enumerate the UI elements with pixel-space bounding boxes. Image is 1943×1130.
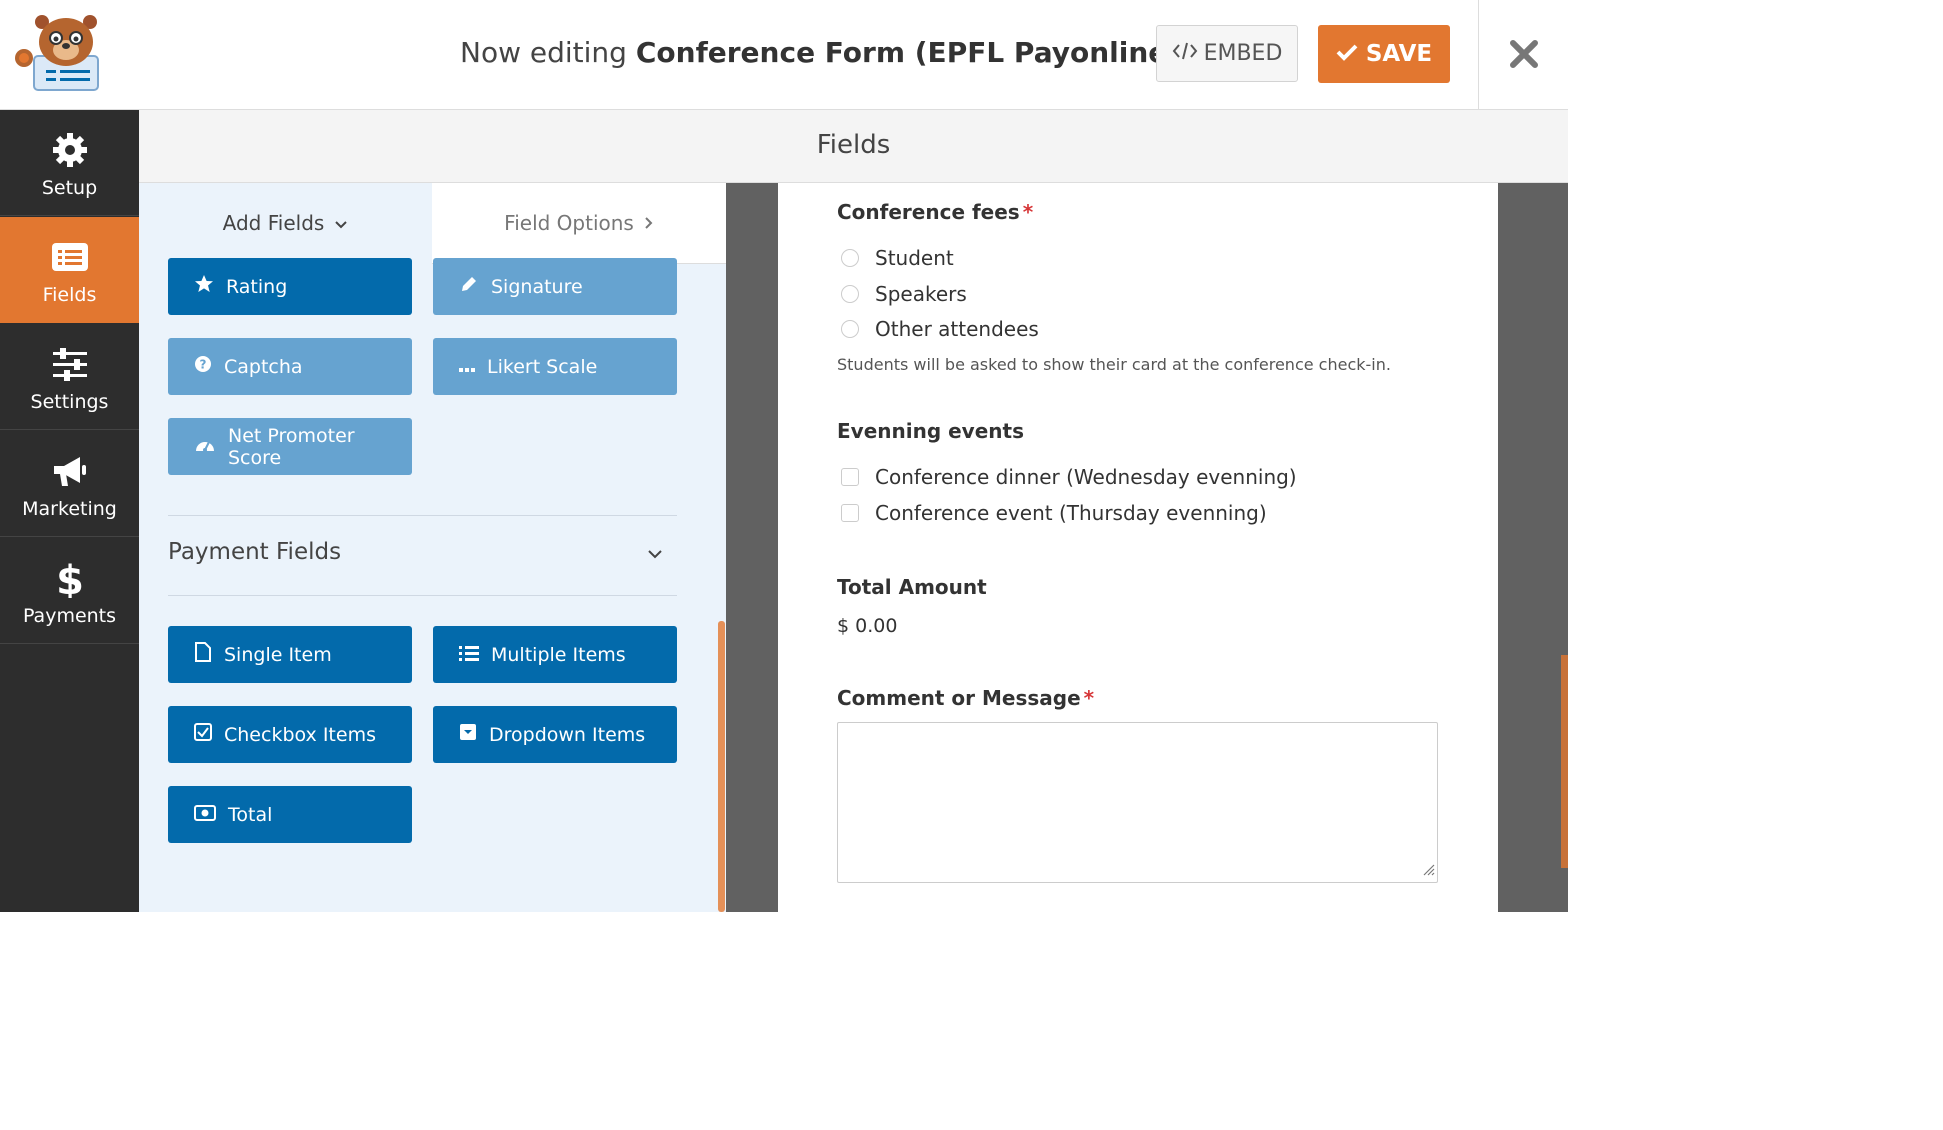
star-icon: [194, 274, 214, 299]
radio-button[interactable]: [841, 320, 859, 338]
section-divider: [168, 515, 677, 516]
field-label-comment: Comment or Message *: [837, 686, 1095, 710]
form-list-icon: [50, 237, 90, 277]
svg-text:$: $: [56, 558, 84, 598]
megaphone-icon: [50, 451, 90, 491]
svg-text:?: ?: [200, 358, 207, 372]
checkbox-option[interactable]: Conference dinner (Wednesday evenning): [841, 465, 1297, 489]
add-fields-panel: Add Fields Field Options Rating Signatur…: [139, 183, 726, 912]
field-label-evening-events: Evenning events: [837, 419, 1024, 443]
field-button-dropdown-items[interactable]: Dropdown Items: [433, 706, 677, 763]
total-amount-value: $ 0.00: [837, 615, 898, 637]
radio-button[interactable]: [841, 249, 859, 267]
required-marker: *: [1022, 200, 1034, 224]
field-description: Students will be asked to show their car…: [837, 355, 1391, 374]
embed-button[interactable]: EMBED: [1156, 25, 1298, 82]
field-button-total[interactable]: Total: [168, 786, 412, 843]
sidebar-item-settings[interactable]: Settings: [0, 324, 139, 430]
checkbox[interactable]: [841, 468, 859, 486]
wpforms-logo: [14, 14, 104, 94]
dropdown-icon: [459, 723, 477, 746]
money-icon: [194, 804, 216, 826]
ellipsis-icon: [459, 356, 475, 378]
comment-textarea[interactable]: [837, 722, 1438, 883]
checkbox-icon: [194, 723, 212, 746]
pencil-icon: [459, 274, 479, 299]
section-heading: Fields: [816, 130, 891, 160]
code-icon: [1172, 41, 1198, 67]
dollar-icon: $: [50, 558, 90, 604]
field-button-single-item[interactable]: Single Item: [168, 626, 412, 683]
field-button-rating[interactable]: Rating: [168, 258, 412, 315]
required-marker: *: [1083, 686, 1095, 710]
file-icon: [194, 642, 212, 667]
field-button-captcha[interactable]: ? Captcha: [168, 338, 412, 395]
field-button-multiple-items[interactable]: Multiple Items: [433, 626, 677, 683]
checkbox-option[interactable]: Conference event (Thursday evenning): [841, 501, 1267, 525]
payment-fields-heading[interactable]: Payment Fields: [168, 539, 341, 565]
preview-scrollbar[interactable]: [1561, 655, 1568, 868]
top-divider: [1478, 0, 1479, 109]
radio-option[interactable]: Speakers: [841, 282, 967, 306]
field-label-conference-fees: Conference fees *: [837, 200, 1034, 224]
chevron-down-icon: [334, 211, 348, 235]
radio-option[interactable]: Other attendees: [841, 317, 1039, 341]
section-divider: [168, 595, 677, 596]
field-button-checkbox-items[interactable]: Checkbox Items: [168, 706, 412, 763]
save-button[interactable]: SAVE: [1318, 25, 1450, 83]
question-circle-icon: ?: [194, 355, 212, 378]
chevron-right-icon: [644, 211, 654, 235]
panel-scrollbar[interactable]: [718, 621, 725, 912]
field-button-net-promoter-score[interactable]: Net Promoter Score: [168, 418, 412, 475]
fields-header: Fields: [139, 110, 1568, 183]
sidebar-item-fields[interactable]: Fields: [0, 217, 139, 323]
top-bar: Now editing Conference Form (EPFL Payonl…: [0, 0, 1568, 110]
sidebar-item-marketing[interactable]: Marketing: [0, 431, 139, 537]
checkmark-icon: [1336, 41, 1358, 67]
list-icon: [459, 644, 479, 666]
sidebar-item-setup[interactable]: Setup: [0, 110, 139, 216]
page-title: Now editing Conference Form (EPFL Payonl…: [460, 36, 1181, 69]
radio-button[interactable]: [841, 285, 859, 303]
resize-handle-icon[interactable]: [1421, 861, 1435, 880]
gauge-icon: [194, 435, 216, 458]
sidebar-nav: Setup Fields Settings Marketing $ Paymen…: [0, 110, 139, 912]
field-button-signature[interactable]: Signature: [433, 258, 677, 315]
field-label-total-amount: Total Amount: [837, 575, 987, 599]
tab-field-options[interactable]: Field Options: [432, 183, 726, 264]
gear-icon: [50, 130, 90, 170]
field-button-likert-scale[interactable]: Likert Scale: [433, 338, 677, 395]
form-name: Conference Form (EPFL Payonline): [635, 36, 1181, 69]
checkbox[interactable]: [841, 504, 859, 522]
close-icon[interactable]: [1508, 38, 1540, 70]
tab-add-fields[interactable]: Add Fields: [139, 183, 432, 263]
radio-option[interactable]: Student: [841, 246, 954, 270]
sidebar-item-payments[interactable]: $ Payments: [0, 538, 139, 644]
sliders-icon: [50, 344, 90, 384]
chevron-down-icon[interactable]: [647, 545, 663, 564]
